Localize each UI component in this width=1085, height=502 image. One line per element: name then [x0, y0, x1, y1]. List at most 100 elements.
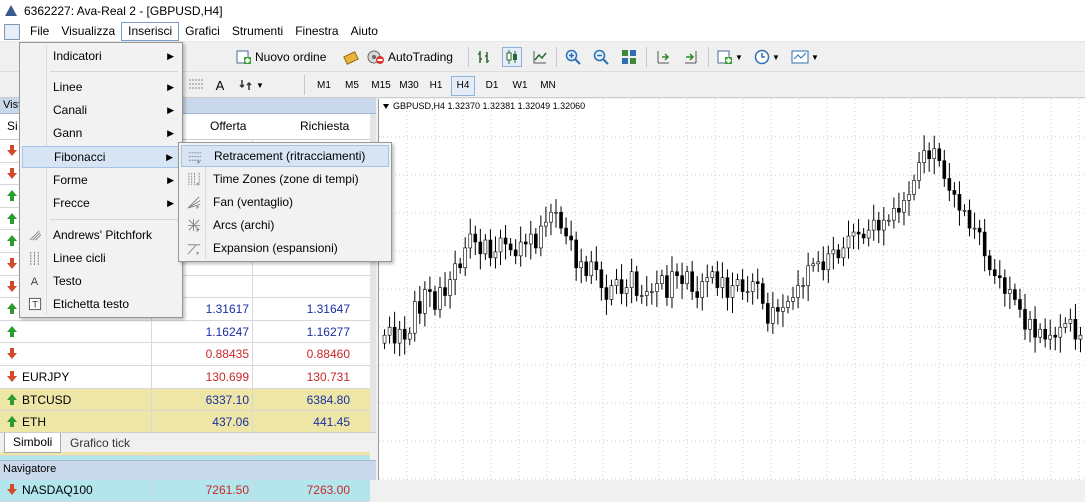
candlestick-chart[interactable] — [379, 99, 1085, 480]
submenu-arrow-icon: ▶ — [167, 198, 174, 208]
timeframe-d1[interactable]: D1 — [480, 76, 504, 96]
candle-body — [705, 277, 710, 282]
candle — [473, 225, 478, 256]
chart-header: GBPUSD,H4 1.32370 1.32381 1.32049 1.3206… — [383, 101, 585, 111]
menu-item-etichetta-testo[interactable]: T Etichetta testo — [22, 293, 180, 315]
timeframe-mn[interactable]: MN — [536, 76, 560, 96]
menu-item-linee[interactable]: Linee ▶ — [22, 76, 180, 98]
cell-divider — [252, 343, 253, 365]
candle — [428, 276, 432, 308]
fibo-item-arcs[interactable]: F Arcs (archi) — [181, 214, 389, 236]
menu-visualizza[interactable]: Visualizza — [55, 22, 121, 41]
menu-item-testo[interactable]: A Testo — [22, 270, 180, 292]
menu-aiuto[interactable]: Aiuto — [345, 22, 384, 41]
fibo-toolbar-button[interactable] — [186, 75, 206, 95]
tab-grafico-tick[interactable]: Grafico tick — [70, 436, 130, 450]
submenu-arrow-icon: ▶ — [167, 175, 174, 185]
candlestick-button[interactable] — [502, 47, 522, 67]
candle-body — [549, 211, 553, 223]
candle — [715, 261, 720, 296]
column-symbol[interactable]: Si — [7, 119, 18, 133]
candle — [937, 142, 942, 167]
timeframe-m5[interactable]: M5 — [340, 76, 364, 96]
symbol-row[interactable]: EURJPY 130.699 130.731 — [0, 365, 370, 389]
menu-grafici[interactable]: Grafici — [179, 22, 226, 41]
bar-chart-button[interactable] — [474, 47, 494, 67]
menu-item-indicatori[interactable]: Indicatori ▶ — [22, 45, 180, 67]
menu-separator — [50, 71, 178, 72]
symbol-row[interactable]: BTCUSD 6337.10 6384.80 — [0, 388, 370, 412]
symbol-row[interactable]: ETH 437.06 441.45 — [0, 411, 370, 434]
menu-file[interactable]: File — [24, 22, 55, 41]
menu-inserisci[interactable]: Inserisci — [121, 22, 180, 41]
templates-dropdown[interactable]: ▼ — [790, 47, 820, 67]
pitchfork-icon — [29, 230, 42, 241]
candle — [791, 286, 795, 310]
symbol-row[interactable]: NASDAQ100 7261.50 7263.00 — [0, 478, 370, 502]
timeframe-h4[interactable]: H4 — [451, 76, 475, 96]
text-tool-button[interactable]: A — [210, 75, 230, 95]
meta-editor-button[interactable] — [340, 46, 362, 68]
chart-shift-button[interactable] — [653, 47, 673, 67]
menu-item-linee-cicli[interactable]: Linee cicli — [22, 247, 180, 269]
zoom-in-button[interactable] — [563, 47, 583, 67]
candle-body — [392, 326, 397, 344]
candle-body — [488, 239, 493, 259]
symbol-row[interactable]: 0.88435 0.88460 — [0, 343, 370, 366]
column-bid[interactable]: Offerta — [210, 119, 246, 133]
document-icon[interactable] — [4, 23, 20, 40]
timeframe-m15[interactable]: M15 — [366, 76, 396, 96]
menu-item-forme[interactable]: Forme ▶ — [22, 169, 180, 191]
fibo-item-expansion[interactable]: F Expansion (espansioni) — [181, 237, 389, 259]
candle-body — [1018, 299, 1022, 310]
cycle-lines-icon — [30, 251, 39, 265]
autoscroll-button[interactable] — [681, 47, 701, 67]
ask-price: 7263.00 — [306, 482, 350, 497]
candle — [483, 234, 488, 260]
menu-finestra[interactable]: Finestra — [289, 22, 344, 41]
menu-item-gann[interactable]: Gann ▶ — [22, 122, 180, 144]
timeframe-w1[interactable]: W1 — [508, 76, 532, 96]
candle — [876, 211, 881, 244]
periods-dropdown[interactable]: ▼ — [752, 47, 782, 67]
candle — [771, 291, 775, 335]
candle — [861, 228, 866, 244]
candle-body — [917, 162, 921, 181]
new-order-button[interactable]: Nuovo ordine — [236, 46, 326, 68]
menu-item-canali[interactable]: Canali ▶ — [22, 99, 180, 121]
menu-strumenti[interactable]: Strumenti — [226, 22, 289, 41]
menu-item-andrews-pitchfork[interactable]: Andrews' Pitchfork — [22, 224, 180, 246]
candle — [927, 142, 931, 172]
line-chart-button[interactable] — [530, 47, 550, 67]
candle — [559, 206, 563, 235]
indicators-dropdown[interactable]: ▼ — [716, 47, 744, 67]
fibo-item-fan[interactable]: F Fan (ventaglio) — [181, 191, 389, 213]
tab-simboli[interactable]: Simboli — [4, 433, 62, 453]
timeframe-m1[interactable]: M1 — [312, 76, 336, 96]
candle-body — [609, 285, 614, 300]
fibo-item-retracement[interactable]: F Retracement (ritracciamenti) — [181, 145, 389, 167]
column-ask[interactable]: Richiesta — [300, 119, 349, 133]
candle — [423, 281, 427, 327]
timeframe-h1[interactable]: H1 — [424, 76, 448, 96]
autotrading-button[interactable]: AutoTrading — [367, 46, 453, 68]
candle — [534, 228, 538, 254]
timeframe-m30[interactable]: M30 — [394, 76, 424, 96]
candle-body — [418, 301, 422, 314]
chart-window[interactable]: GBPUSD,H4 1.32370 1.32381 1.32049 1.3206… — [378, 99, 1085, 480]
menu-item-frecce[interactable]: Frecce ▶ — [22, 192, 180, 214]
candle — [907, 181, 911, 216]
symbol-row[interactable]: 1.16247 1.16277 — [0, 320, 370, 344]
menu-item-label: Testo — [53, 274, 82, 288]
tile-windows-button[interactable] — [619, 47, 639, 67]
candle-body — [972, 227, 977, 230]
fibo-item-time[interactable]: F Time Zones (zone di tempi) — [181, 168, 389, 190]
candle — [917, 151, 921, 189]
arrows-dropdown[interactable]: ▼ — [236, 75, 266, 95]
candle — [786, 295, 790, 314]
zoom-out-button[interactable] — [591, 47, 611, 67]
candle-body — [660, 275, 664, 284]
menu-item-fibonacci[interactable]: Fibonacci ▶ — [22, 146, 180, 168]
bid-price: 6337.10 — [205, 392, 249, 407]
candle — [407, 327, 412, 346]
